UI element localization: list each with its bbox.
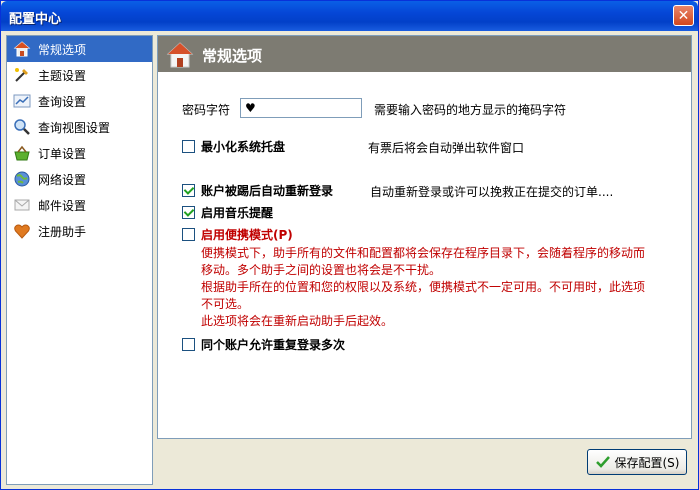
- portable-desc-line: 根据助手所在的位置和您的权限以及系统，便携模式不一定可用。不可用时，此选项: [201, 280, 646, 294]
- allow-multi-login-checkbox[interactable]: [182, 338, 195, 351]
- panel-header: 常规选项: [158, 36, 691, 72]
- sidebar-item-label: 订单设置: [38, 146, 87, 161]
- home-icon: [166, 42, 194, 68]
- save-config-label: 保存配置(S): [614, 455, 680, 470]
- brush-icon: [15, 68, 28, 82]
- sidebar-item-label: 常规选项: [38, 42, 87, 57]
- portable-desc-line: 便携模式下，助手所有的文件和配置都将会保存在程序目录下，会随着程序的移动而: [201, 246, 646, 260]
- sidebar-item-order[interactable]: 订单设置: [7, 140, 152, 166]
- save-config-button[interactable]: 保存配置(S): [587, 449, 687, 475]
- password-char-label: 密码字符: [182, 103, 231, 117]
- music-alert-row[interactable]: 启用音乐提醒: [182, 204, 273, 221]
- password-char-description: 需要输入密码的地方显示的掩码字符: [374, 103, 567, 117]
- allow-multi-login-row[interactable]: 同个账户允许重复登录多次: [182, 336, 345, 353]
- checkmark-icon: [595, 456, 610, 468]
- sidebar-item-label: 查询视图设置: [38, 120, 111, 135]
- sidebar-item-query-view[interactable]: 查询视图设置: [7, 114, 152, 140]
- chart-icon: [13, 94, 31, 108]
- home-icon: [13, 41, 31, 57]
- title-bar[interactable]: 配置中心 ✕: [1, 1, 698, 31]
- heart-icon: [14, 224, 30, 239]
- auto-relogin-label: 账户被踢后自动重新登录: [201, 184, 334, 198]
- portable-mode-label: 启用便携模式(P): [201, 228, 293, 242]
- sidebar-item-query[interactable]: 查询设置: [7, 88, 152, 114]
- allow-multi-login-label: 同个账户允许重复登录多次: [201, 338, 346, 352]
- portable-desc-line: 此选项将会在重新启动助手后起效。: [201, 314, 394, 328]
- portable-mode-checkbox[interactable]: [182, 228, 195, 241]
- sidebar-item-general[interactable]: 常规选项: [7, 36, 152, 62]
- envelope-icon: [14, 199, 30, 211]
- sidebar-item-network[interactable]: 网络设置: [7, 166, 152, 192]
- music-alert-label: 启用音乐提醒: [201, 206, 274, 220]
- panel-title: 常规选项: [202, 47, 263, 65]
- config-window: 配置中心 ✕ 常规选项 主题设置 查询设置 查询视图设置 订单设置 网络设置 邮…: [0, 0, 699, 490]
- auto-relogin-checkbox[interactable]: [182, 184, 195, 197]
- window-title: 配置中心: [9, 12, 62, 27]
- sidebar-item-label: 邮件设置: [38, 198, 87, 213]
- close-icon: ✕: [677, 7, 690, 24]
- sidebar-item-label: 查询设置: [38, 94, 87, 109]
- minimize-tray-description: 有票后将会自动弹出软件窗口: [368, 141, 525, 155]
- sidebar-item-mail[interactable]: 邮件设置: [7, 192, 152, 218]
- sidebar-nav: 常规选项 主题设置 查询设置 查询视图设置 订单设置 网络设置 邮件设置 注册助…: [6, 35, 153, 485]
- password-char-input[interactable]: [240, 98, 362, 118]
- minimize-tray-checkbox[interactable]: [182, 140, 195, 153]
- settings-panel: 常规选项 密码字符 需要输入密码的地方显示的掩码字符 最小化系统托盘 有票后将会…: [157, 35, 692, 439]
- minimize-tray-label: 最小化系统托盘: [201, 140, 286, 154]
- basket-icon: [14, 145, 30, 161]
- auto-relogin-row[interactable]: 账户被踢后自动重新登录: [182, 182, 333, 199]
- portable-desc-line: 不可选。: [201, 297, 250, 311]
- sidebar-item-label: 网络设置: [38, 172, 87, 187]
- globe-icon: [14, 171, 30, 187]
- music-alert-checkbox[interactable]: [182, 206, 195, 219]
- auto-relogin-description: 自动重新登录或许可以挽救正在提交的订单....: [370, 185, 614, 199]
- minimize-tray-row[interactable]: 最小化系统托盘: [182, 138, 285, 155]
- sidebar-item-label: 主题设置: [38, 68, 87, 83]
- portable-desc-line: 移动。多个助手之间的设置也将会是不干扰。: [201, 263, 442, 277]
- sidebar-item-register[interactable]: 注册助手: [7, 218, 152, 244]
- portable-mode-row[interactable]: 启用便携模式(P): [182, 226, 293, 243]
- sidebar-item-label: 注册助手: [38, 224, 87, 239]
- close-button[interactable]: ✕: [673, 5, 694, 26]
- portable-mode-description: 便携模式下，助手所有的文件和配置都将会保存在程序目录下，会随着程序的移动而 移动…: [201, 245, 671, 330]
- sidebar-item-theme[interactable]: 主题设置: [7, 62, 152, 88]
- magnifier-icon: [14, 119, 30, 135]
